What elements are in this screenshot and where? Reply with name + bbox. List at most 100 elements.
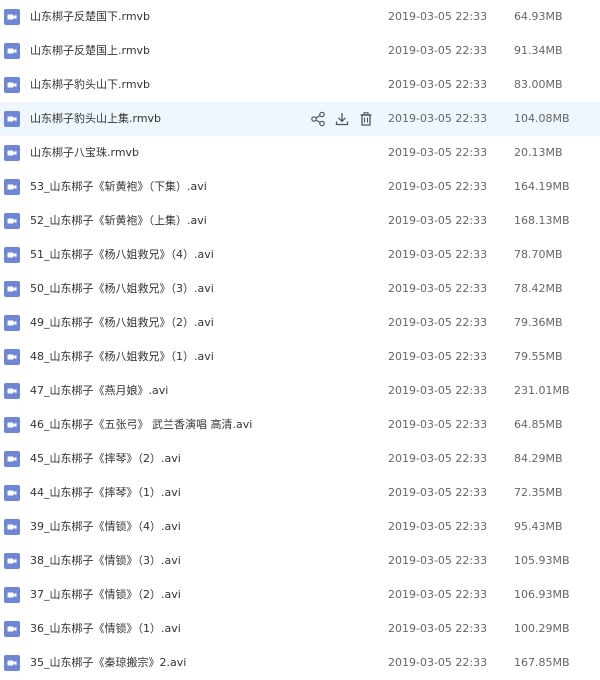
video-file-icon <box>4 111 20 127</box>
file-name[interactable]: 39_山东梆子《情锁》（4）.avi <box>30 510 181 544</box>
file-size: 164.19MB <box>514 180 570 193</box>
file-name[interactable]: 46_山东梆子《五张弓》 武兰香演唱 高清.avi <box>30 408 252 442</box>
file-name[interactable]: 52_山东梆子《斩黄袍》（上集）.avi <box>30 204 207 238</box>
video-file-icon <box>4 281 20 297</box>
file-size: 64.85MB <box>514 418 563 431</box>
video-file-icon <box>4 553 20 569</box>
modified-date: 2019-03-05 22:33 <box>388 180 488 193</box>
video-file-icon <box>4 43 20 59</box>
file-row[interactable]: 山东梆子豹头山下.rmvb 2019-03-05 22:33 83.00MB <box>0 68 600 102</box>
file-size: 91.34MB <box>514 44 563 57</box>
video-file-icon <box>4 349 20 365</box>
file-name[interactable]: 山东梆子八宝珠.rmvb <box>30 136 139 170</box>
file-row[interactable]: 38_山东梆子《情锁》（3）.avi 2019-03-05 22:33 105.93… <box>0 544 600 578</box>
share-icon[interactable] <box>310 111 326 127</box>
file-size: 79.36MB <box>514 316 563 329</box>
file-size: 105.93MB <box>514 554 570 567</box>
file-name[interactable]: 48_山东梆子《杨八姐救兄》（1）.avi <box>30 340 214 374</box>
file-name[interactable]: 38_山东梆子《情锁》（3）.avi <box>30 544 181 578</box>
modified-date: 2019-03-05 22:33 <box>388 554 488 567</box>
file-row[interactable]: 53_山东梆子《斩黄袍》（下集）.avi 2019-03-05 22:33 164.… <box>0 170 600 204</box>
file-row[interactable]: 山东梆子八宝珠.rmvb 2019-03-05 22:33 20.13MB <box>0 136 600 170</box>
file-row[interactable]: 46_山东梆子《五张弓》 武兰香演唱 高清.avi 2019-03-05 22:3… <box>0 408 600 442</box>
file-size: 167.85MB <box>514 656 570 669</box>
file-size: 83.00MB <box>514 78 563 91</box>
file-size: 79.55MB <box>514 350 563 363</box>
file-row[interactable]: 37_山东梆子《情锁》（2）.avi 2019-03-05 22:33 106.93… <box>0 578 600 612</box>
file-row[interactable]: 51_山东梆子《杨八姐救兄》（4）.avi 2019-03-05 22:33 78.… <box>0 238 600 272</box>
modified-date: 2019-03-05 22:33 <box>388 10 488 23</box>
row-actions <box>310 111 374 127</box>
video-file-icon <box>4 621 20 637</box>
file-name[interactable]: 47_山东梆子《燕月娘》.avi <box>30 374 168 408</box>
file-row[interactable]: 35_山东梆子《秦琼搬宗》2.avi 2019-03-05 22:33 167.85… <box>0 646 600 680</box>
modified-date: 2019-03-05 22:33 <box>388 282 488 295</box>
modified-date: 2019-03-05 22:33 <box>388 44 488 57</box>
file-name[interactable]: 36_山东梆子《情锁》（1）.avi <box>30 612 181 646</box>
video-file-icon <box>4 145 20 161</box>
modified-date: 2019-03-05 22:33 <box>388 452 488 465</box>
file-size: 95.43MB <box>514 520 563 533</box>
file-name[interactable]: 49_山东梆子《杨八姐救兄》（2）.avi <box>30 306 214 340</box>
video-file-icon <box>4 655 20 671</box>
video-file-icon <box>4 587 20 603</box>
file-name[interactable]: 53_山东梆子《斩黄袍》（下集）.avi <box>30 170 207 204</box>
modified-date: 2019-03-05 22:33 <box>388 520 488 533</box>
file-row[interactable]: 48_山东梆子《杨八姐救兄》（1）.avi 2019-03-05 22:33 79.… <box>0 340 600 374</box>
file-row[interactable]: 52_山东梆子《斩黄袍》（上集）.avi 2019-03-05 22:33 168.… <box>0 204 600 238</box>
video-file-icon <box>4 179 20 195</box>
delete-icon[interactable] <box>358 111 374 127</box>
download-icon[interactable] <box>334 111 350 127</box>
file-row[interactable]: 39_山东梆子《情锁》（4）.avi 2019-03-05 22:33 95.43M… <box>0 510 600 544</box>
file-size: 104.08MB <box>514 112 570 125</box>
video-file-icon <box>4 315 20 331</box>
file-name[interactable]: 山东梆子豹头山下.rmvb <box>30 68 150 102</box>
file-size: 84.29MB <box>514 452 563 465</box>
modified-date: 2019-03-05 22:33 <box>388 146 488 159</box>
file-name[interactable]: 50_山东梆子《杨八姐救兄》（3）.avi <box>30 272 214 306</box>
modified-date: 2019-03-05 22:33 <box>388 78 488 91</box>
file-row[interactable]: 50_山东梆子《杨八姐救兄》（3）.avi 2019-03-05 22:33 78.… <box>0 272 600 306</box>
video-file-icon <box>4 9 20 25</box>
file-row[interactable]: 山东梆子豹头山上集.rmvb 2019-03-05 22:33 104.08MB <box>0 102 600 136</box>
file-name[interactable]: 山东梆子反楚国上.rmvb <box>30 34 150 68</box>
file-row[interactable]: 36_山东梆子《情锁》（1）.avi 2019-03-05 22:33 100.29… <box>0 612 600 646</box>
file-size: 231.01MB <box>514 384 570 397</box>
file-size: 20.13MB <box>514 146 563 159</box>
modified-date: 2019-03-05 22:33 <box>388 656 488 669</box>
file-list: 山东梆子反楚国下.rmvb 2019-03-05 22:33 64.93MB 山东梆子… <box>0 0 600 680</box>
file-size: 78.70MB <box>514 248 563 261</box>
file-row[interactable]: 44_山东梆子《摔琴》（1）.avi 2019-03-05 22:33 72.35M… <box>0 476 600 510</box>
file-name[interactable]: 35_山东梆子《秦琼搬宗》2.avi <box>30 646 186 680</box>
modified-date: 2019-03-05 22:33 <box>388 350 488 363</box>
modified-date: 2019-03-05 22:33 <box>388 214 488 227</box>
file-name[interactable]: 51_山东梆子《杨八姐救兄》（4）.avi <box>30 238 214 272</box>
video-file-icon <box>4 247 20 263</box>
file-name[interactable]: 山东梆子反楚国下.rmvb <box>30 0 150 34</box>
video-file-icon <box>4 383 20 399</box>
file-size: 72.35MB <box>514 486 563 499</box>
file-name[interactable]: 45_山东梆子《摔琴》（2）.avi <box>30 442 181 476</box>
file-name[interactable]: 山东梆子豹头山上集.rmvb <box>30 102 161 136</box>
modified-date: 2019-03-05 22:33 <box>388 316 488 329</box>
file-name[interactable]: 37_山东梆子《情锁》（2）.avi <box>30 578 181 612</box>
file-size: 64.93MB <box>514 10 563 23</box>
modified-date: 2019-03-05 22:33 <box>388 588 488 601</box>
file-row[interactable]: 山东梆子反楚国上.rmvb 2019-03-05 22:33 91.34MB <box>0 34 600 68</box>
video-file-icon <box>4 213 20 229</box>
modified-date: 2019-03-05 22:33 <box>388 112 488 125</box>
file-row[interactable]: 45_山东梆子《摔琴》（2）.avi 2019-03-05 22:33 84.29M… <box>0 442 600 476</box>
file-size: 106.93MB <box>514 588 570 601</box>
video-file-icon <box>4 519 20 535</box>
file-row[interactable]: 山东梆子反楚国下.rmvb 2019-03-05 22:33 64.93MB <box>0 0 600 34</box>
video-file-icon <box>4 417 20 433</box>
file-row[interactable]: 47_山东梆子《燕月娘》.avi 2019-03-05 22:33 231.01MB <box>0 374 600 408</box>
modified-date: 2019-03-05 22:33 <box>388 418 488 431</box>
file-row[interactable]: 49_山东梆子《杨八姐救兄》（2）.avi 2019-03-05 22:33 79.… <box>0 306 600 340</box>
video-file-icon <box>4 77 20 93</box>
modified-date: 2019-03-05 22:33 <box>388 622 488 635</box>
modified-date: 2019-03-05 22:33 <box>388 384 488 397</box>
video-file-icon <box>4 451 20 467</box>
file-name[interactable]: 44_山东梆子《摔琴》（1）.avi <box>30 476 181 510</box>
video-file-icon <box>4 485 20 501</box>
